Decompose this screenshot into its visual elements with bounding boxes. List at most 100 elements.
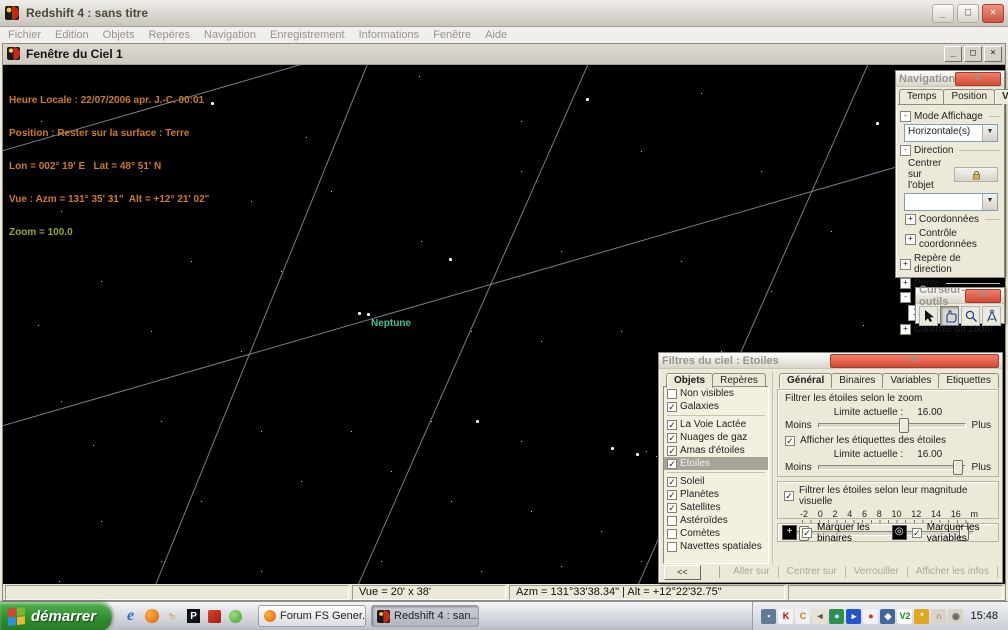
list-item-amas-d-e-toiles[interactable]: ✓Amas d'étoiles [664, 444, 768, 457]
task-button-redshift[interactable]: Redshift 4 : san... [371, 605, 479, 627]
checkbox[interactable]: ✓ [667, 420, 677, 430]
collapse-dialog-button[interactable]: << [664, 565, 701, 580]
expand-icon[interactable]: + [900, 278, 911, 289]
variable-marker-icon[interactable]: ◎ [892, 525, 907, 540]
list-item-galaxies[interactable]: ✓Galaxies [664, 400, 768, 413]
cursor-tools-titlebar[interactable]: Curseur-outils ✕ [916, 288, 1004, 304]
maximize-button[interactable]: □ [957, 4, 979, 23]
display-tray-icon[interactable]: ▪ [761, 609, 776, 624]
expand-icon[interactable]: + [905, 234, 916, 245]
collapse-icon[interactable]: - [900, 145, 911, 156]
sky-minimize-button[interactable]: _ [944, 46, 962, 62]
menu-item-fichier[interactable]: Fichier [8, 29, 41, 41]
select-arrow-icon[interactable] [919, 306, 938, 326]
chevron-down-icon[interactable]: ▼ [982, 125, 997, 141]
checkbox[interactable]: ✓ [667, 477, 677, 487]
menu-item-navigation[interactable]: Navigation [204, 29, 256, 41]
filters-dialog-titlebar[interactable]: Filtres du ciel : Etoiles ✕ [659, 353, 1002, 369]
footer-button-afficher-les-infos[interactable]: Afficher les infos [908, 566, 998, 578]
collapse-icon[interactable]: - [900, 292, 911, 303]
pan-hand-icon[interactable] [940, 306, 959, 326]
section-repere-de-direction[interactable]: + Repère de direction [900, 253, 1000, 275]
checkbox[interactable]: ✓ [667, 503, 677, 513]
internet-explorer-icon[interactable]: e [122, 608, 139, 625]
tab-vue[interactable]: Vue [994, 89, 1008, 104]
list-item-la-voie-lacte-e[interactable]: ✓La Voie Lactée [664, 418, 768, 431]
cursor-tools-close-icon[interactable]: ✕ [965, 289, 1001, 303]
neptune-label[interactable]: Neptune [371, 318, 411, 329]
list-item-satellites[interactable]: ✓Satellites [664, 501, 768, 514]
menu-item-informations[interactable]: Informations [359, 29, 420, 41]
sky-window-titlebar[interactable]: Fenêtre du Ciel 1 _ □ × [3, 44, 1005, 65]
slider-thumb[interactable] [899, 418, 909, 433]
wifi-tray-icon[interactable]: ∩ [931, 609, 946, 624]
list-item-etoiles[interactable]: ✓Etoiles [664, 457, 768, 470]
menu-item-edition[interactable]: Edition [55, 29, 89, 41]
footer-button-verrouiller[interactable]: Verrouiller [846, 566, 908, 578]
zoom-lens-icon[interactable] [961, 306, 980, 326]
chevron-down-icon[interactable]: ▼ [982, 194, 997, 210]
list-item-non-visibles[interactable]: Non visibles [664, 387, 768, 400]
list-item-aste-roi-des[interactable]: Astéroïdes [664, 514, 768, 527]
mark-binaries-checkbox[interactable]: ✓ [802, 528, 812, 538]
list-item-navettes-spatiales[interactable]: Navettes spatiales [664, 540, 768, 553]
start-button[interactable]: démarrer [0, 602, 112, 630]
neptune-dot[interactable] [367, 313, 370, 316]
footer-button-aller-sur[interactable]: Aller sur [725, 566, 779, 578]
codec-tray-icon[interactable]: C [795, 609, 810, 624]
checkbox[interactable]: ✓ [667, 459, 677, 469]
section-mode-affichage[interactable]: - Mode Affichage [900, 111, 1000, 122]
tab-etiquettes[interactable]: Etiquettes [938, 373, 998, 388]
list-item-soleil[interactable]: ✓Soleil [664, 475, 768, 488]
collapse-icon[interactable]: - [900, 111, 911, 122]
checkbox[interactable] [667, 516, 677, 526]
globe-tray-icon[interactable]: ● [829, 609, 844, 624]
menu-item-enregistrement[interactable]: Enregistrement [270, 29, 345, 41]
footer-button-centrer-sur[interactable]: Centrer sur [779, 566, 846, 578]
mark-variables-checkbox[interactable]: ✓ [912, 528, 922, 538]
tab-variables[interactable]: Variables [882, 373, 939, 388]
tab-position[interactable]: Position [943, 89, 995, 104]
filters-close-icon[interactable]: ✕ [830, 354, 1000, 368]
task-button-forum[interactable]: Forum FS Gener... [258, 605, 366, 627]
object-dropdown[interactable]: ▼ [904, 193, 998, 211]
sky-maximize-button[interactable]: □ [964, 46, 982, 62]
checkbox[interactable]: ✓ [667, 433, 677, 443]
v2-tray-icon[interactable]: V2 [897, 609, 912, 624]
list-item-nuages-de-gaz[interactable]: ✓Nuages de gaz [664, 431, 768, 444]
tab-ge-ne-ral[interactable]: Général [779, 373, 832, 388]
menu-item-objets[interactable]: Objets [103, 29, 135, 41]
checkbox[interactable] [667, 529, 677, 539]
section-controle-coordonnees[interactable]: + Contrôle coordonnées [905, 228, 1000, 250]
security-tray-icon[interactable]: ◆ [880, 609, 895, 624]
list-item-plane-tes[interactable]: ✓Planètes [664, 488, 768, 501]
kaspersky-tray-icon[interactable]: K [778, 609, 793, 624]
menu-item-fene-tre[interactable]: Fenêtre [433, 29, 471, 41]
player-tray-icon[interactable]: ▸ [846, 609, 861, 624]
angle-measure-icon[interactable] [982, 306, 1001, 326]
checkbox[interactable] [667, 389, 677, 399]
tab-objets[interactable]: Objets [666, 373, 713, 388]
labels-slider[interactable] [818, 465, 966, 470]
expand-icon[interactable]: + [905, 214, 916, 225]
sky-close-button[interactable]: × [984, 46, 1002, 62]
power-tray-icon[interactable]: ◉ [948, 609, 963, 624]
binary-marker-icon[interactable]: + [782, 525, 797, 540]
alert-tray-icon[interactable]: ● [863, 609, 878, 624]
zoom-filter-slider[interactable] [818, 423, 966, 428]
checkbox[interactable]: ✓ [667, 490, 677, 500]
gold-tray-icon[interactable]: * [914, 609, 929, 624]
player-icon[interactable]: P [185, 608, 202, 625]
menu-item-repe-res[interactable]: Repères [148, 29, 190, 41]
lock-icon[interactable] [954, 167, 998, 182]
speaker-tray-icon[interactable]: ◄ [812, 609, 827, 624]
checkbox[interactable] [667, 542, 677, 552]
list-item-come-tes[interactable]: Comètes [664, 527, 768, 540]
mail-icon[interactable] [206, 608, 223, 625]
show-labels-checkbox[interactable]: ✓ [785, 436, 795, 446]
checkbox[interactable]: ✓ [667, 402, 677, 412]
minimize-button[interactable]: _ [932, 4, 954, 23]
navigation-close-icon[interactable]: ✕ [955, 72, 1001, 86]
key-icon[interactable]: ♀ [161, 604, 185, 628]
tab-binaires[interactable]: Binaires [831, 373, 883, 388]
